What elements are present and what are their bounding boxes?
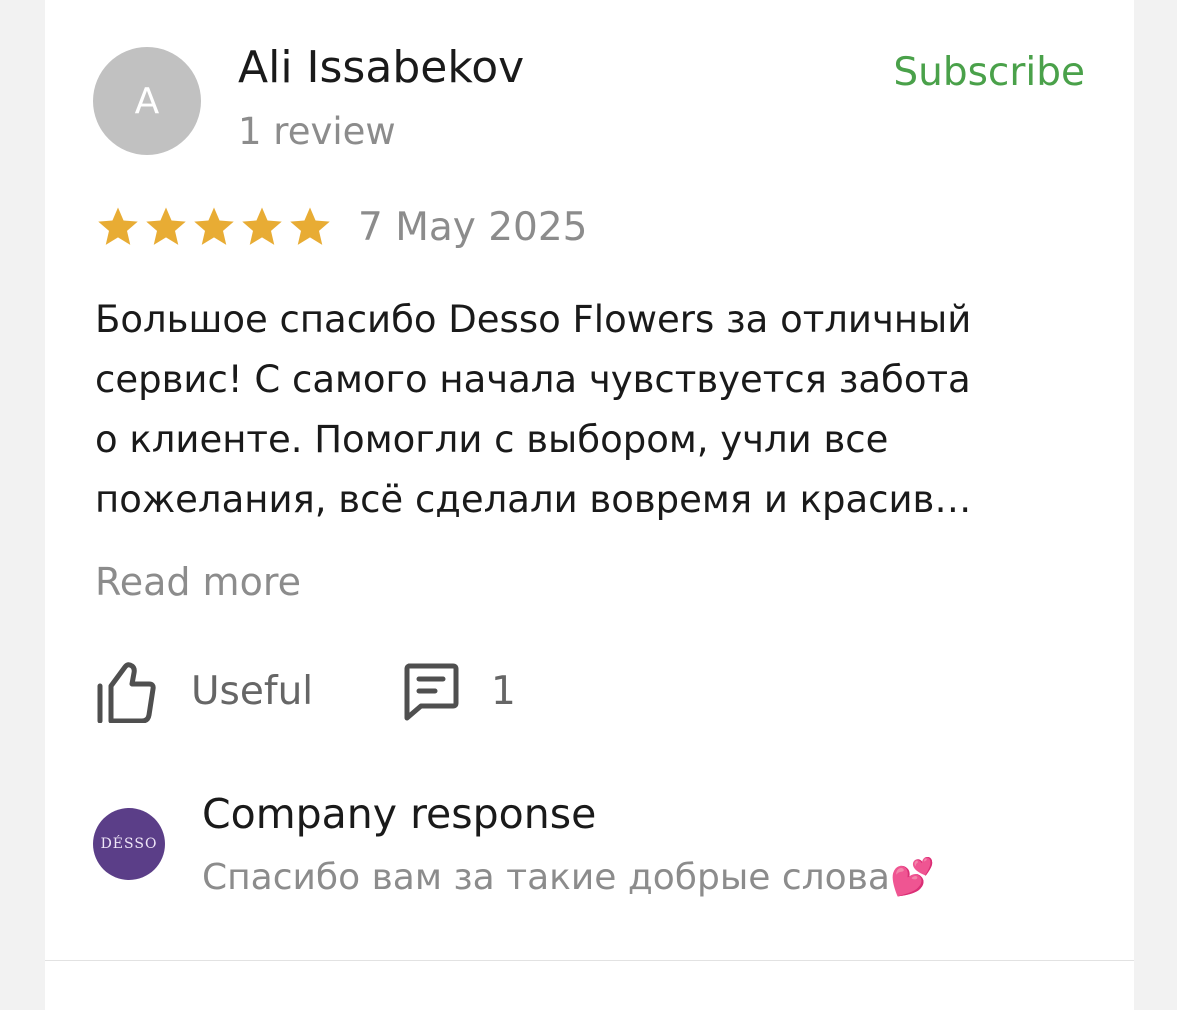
company-logo-text: DÉSSO: [100, 836, 158, 852]
star-icon: [242, 207, 282, 245]
useful-label: Useful: [191, 668, 314, 714]
review-text: Большое спасибо Desso Flowers за отличны…: [95, 298, 972, 521]
author-review-count: 1 review: [238, 110, 396, 153]
star-icon: [290, 207, 330, 245]
avatar-initial: A: [134, 80, 160, 122]
useful-button[interactable]: Useful: [97, 656, 313, 726]
comments-button[interactable]: 1: [401, 656, 516, 726]
company-response-title: Company response: [202, 790, 597, 838]
comments-count: 1: [491, 668, 516, 714]
comment-icon: [404, 663, 459, 721]
company-response-text: Спасибо вам за такие добрые слова💕: [202, 857, 935, 898]
review-card: A Ali Issabekov 1 review Subscribe 7 May…: [45, 0, 1134, 1010]
star-icon: [194, 207, 234, 245]
subscribe-button[interactable]: Subscribe: [893, 48, 1085, 98]
avatar[interactable]: A: [93, 47, 201, 155]
divider: [45, 960, 1134, 961]
read-more-link[interactable]: Read more: [95, 556, 301, 608]
rating-stars: [95, 204, 333, 250]
author-name[interactable]: Ali Issabekov: [238, 40, 524, 96]
company-logo: DÉSSO: [93, 808, 165, 880]
thumbs-up-icon: [97, 662, 156, 723]
star-icon: [146, 207, 186, 245]
review-date: 7 May 2025: [358, 205, 588, 250]
star-icon: [98, 207, 138, 245]
